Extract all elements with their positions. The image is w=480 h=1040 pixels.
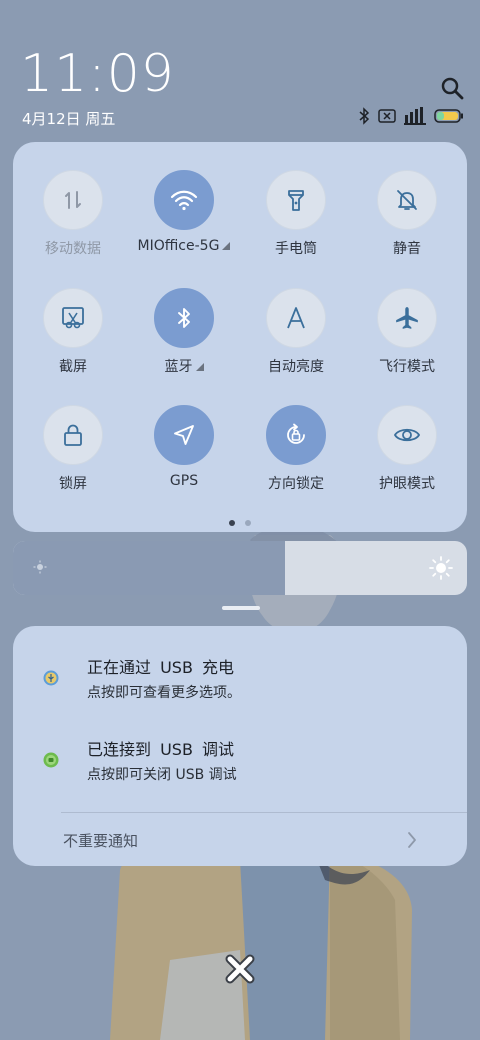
tile-screenshot[interactable]: 截屏 (23, 288, 123, 376)
tile-lock-screen-label: 锁屏 (59, 476, 87, 492)
unimportant-notifications-link[interactable]: 不重要通知 (63, 830, 138, 851)
tile-flashlight[interactable]: 手电筒 (246, 170, 346, 258)
tile-airplane[interactable]: 飞行模式 (357, 288, 457, 376)
no-sim-icon (378, 109, 396, 123)
auto-brightness-icon (287, 307, 305, 329)
tile-mobile-data[interactable]: 移动数据 (23, 170, 123, 258)
tile-wifi-label: MIOffice-5G (137, 238, 220, 254)
tile-flashlight-label: 手电筒 (275, 241, 317, 257)
tile-mute[interactable]: 静音 (357, 170, 457, 258)
clock-date: 4月12日 周五 (22, 110, 116, 128)
tile-rotation-lock-button[interactable] (266, 405, 326, 465)
tile-auto-brightness-label: 自动亮度 (268, 359, 324, 375)
tile-eye-care-label: 护眼模式 (379, 476, 435, 492)
tile-wifi[interactable]: MIOffice-5G (124, 170, 244, 254)
brightness-slider[interactable] (13, 541, 467, 595)
brightness-high-icon (429, 556, 453, 580)
tile-gps-label: GPS (169, 473, 199, 489)
notification-divider (61, 812, 467, 813)
mobile-data-icon (65, 191, 81, 209)
wifi-icon (170, 190, 198, 211)
tile-auto-brightness[interactable]: 自动亮度 (246, 288, 346, 376)
flashlight-icon (288, 190, 304, 211)
search-icon[interactable] (440, 76, 464, 100)
brightness-low-icon (33, 560, 47, 574)
eye-icon (393, 428, 421, 442)
tile-eye-care-button[interactable] (377, 405, 437, 465)
expand-arrow-icon[interactable] (195, 363, 204, 371)
brightness-slider-fill[interactable] (13, 541, 286, 595)
tile-bluetooth-button[interactable] (154, 288, 214, 348)
page-dot-2 (245, 520, 251, 526)
expand-arrow-icon[interactable] (222, 242, 231, 250)
tile-airplane-button[interactable] (377, 288, 437, 348)
gps-icon (174, 425, 194, 445)
notification-usb-charging[interactable]: 正在通过 USB 充电 点按即可查看更多选项。 (13, 654, 467, 714)
tile-mute-label: 静音 (393, 241, 421, 257)
tile-bluetooth-label: 蓝牙 (164, 359, 193, 375)
bluetooth-icon (178, 308, 190, 328)
notification-usb-debugging[interactable]: 已连接到 USB 调试 点按即可关闭 USB 调试 (13, 736, 467, 796)
tile-auto-brightness-button[interactable] (266, 288, 326, 348)
tile-lock-screen[interactable]: 锁屏 (23, 405, 123, 493)
clock-time: 11:09 (20, 44, 175, 104)
tile-gps[interactable]: GPS (134, 405, 234, 489)
tile-gps-button[interactable] (154, 405, 214, 465)
tile-mobile-data-label: 移动数据 (45, 241, 101, 257)
tile-airplane-label: 飞行模式 (379, 359, 435, 375)
notification-subtitle: 点按即可查看更多选项。 (87, 685, 241, 701)
chevron-right-icon[interactable] (407, 831, 417, 849)
page-dot-1 (229, 520, 235, 526)
tile-flashlight-button[interactable] (266, 170, 326, 230)
airplane-icon (396, 307, 418, 329)
tile-eye-care[interactable]: 护眼模式 (357, 405, 457, 493)
mute-icon (397, 190, 417, 210)
notification-title: 正在通过 USB 充电 (87, 658, 235, 677)
tile-rotation-lock-label: 方向锁定 (268, 476, 324, 492)
tile-bluetooth[interactable]: 蓝牙 (134, 288, 234, 376)
tile-wifi-button[interactable] (154, 170, 214, 230)
lock-icon (64, 424, 82, 446)
tile-lock-screen-button[interactable] (43, 405, 103, 465)
page-indicator (13, 520, 467, 526)
quick-settings-panel: 移动数据 MIOffice-5G 手电筒 静音 截屏 蓝牙 自动亮度 飞行模式 … (13, 142, 467, 532)
screenshot-icon (62, 307, 84, 329)
drag-handle[interactable] (222, 606, 260, 610)
tile-rotation-lock[interactable]: 方向锁定 (246, 405, 346, 493)
status-bar-icons (358, 107, 464, 125)
notification-title: 已连接到 USB 调试 (87, 740, 235, 759)
signal-icon (404, 107, 426, 125)
notification-panel: 正在通过 USB 充电 点按即可查看更多选项。 已连接到 USB 调试 点按即可… (13, 626, 467, 866)
notification-subtitle: 点按即可关闭 USB 调试 (87, 767, 237, 783)
rotation-lock-icon (287, 423, 305, 444)
tile-mobile-data-button[interactable] (43, 170, 103, 230)
battery-icon (434, 109, 463, 123)
bluetooth-icon (359, 107, 370, 125)
tile-mute-button[interactable] (377, 170, 437, 230)
tile-screenshot-label: 截屏 (59, 359, 87, 375)
tile-screenshot-button[interactable] (43, 288, 103, 348)
clear-all-button[interactable] (224, 953, 256, 985)
android-debug-icon (43, 752, 59, 768)
usb-icon (43, 670, 59, 686)
